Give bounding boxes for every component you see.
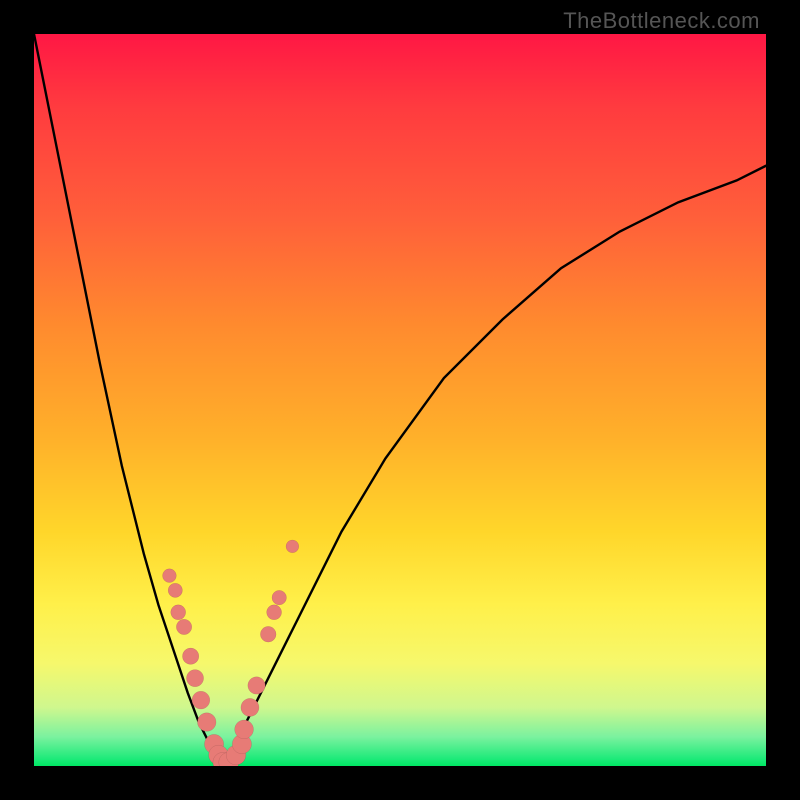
chart-svg — [34, 34, 766, 766]
highlight-dots — [163, 540, 299, 766]
right-curve — [223, 166, 766, 766]
watermark-text: TheBottleneck.com — [563, 8, 760, 34]
chart-frame: TheBottleneck.com — [0, 0, 800, 800]
plot-area — [34, 34, 766, 766]
